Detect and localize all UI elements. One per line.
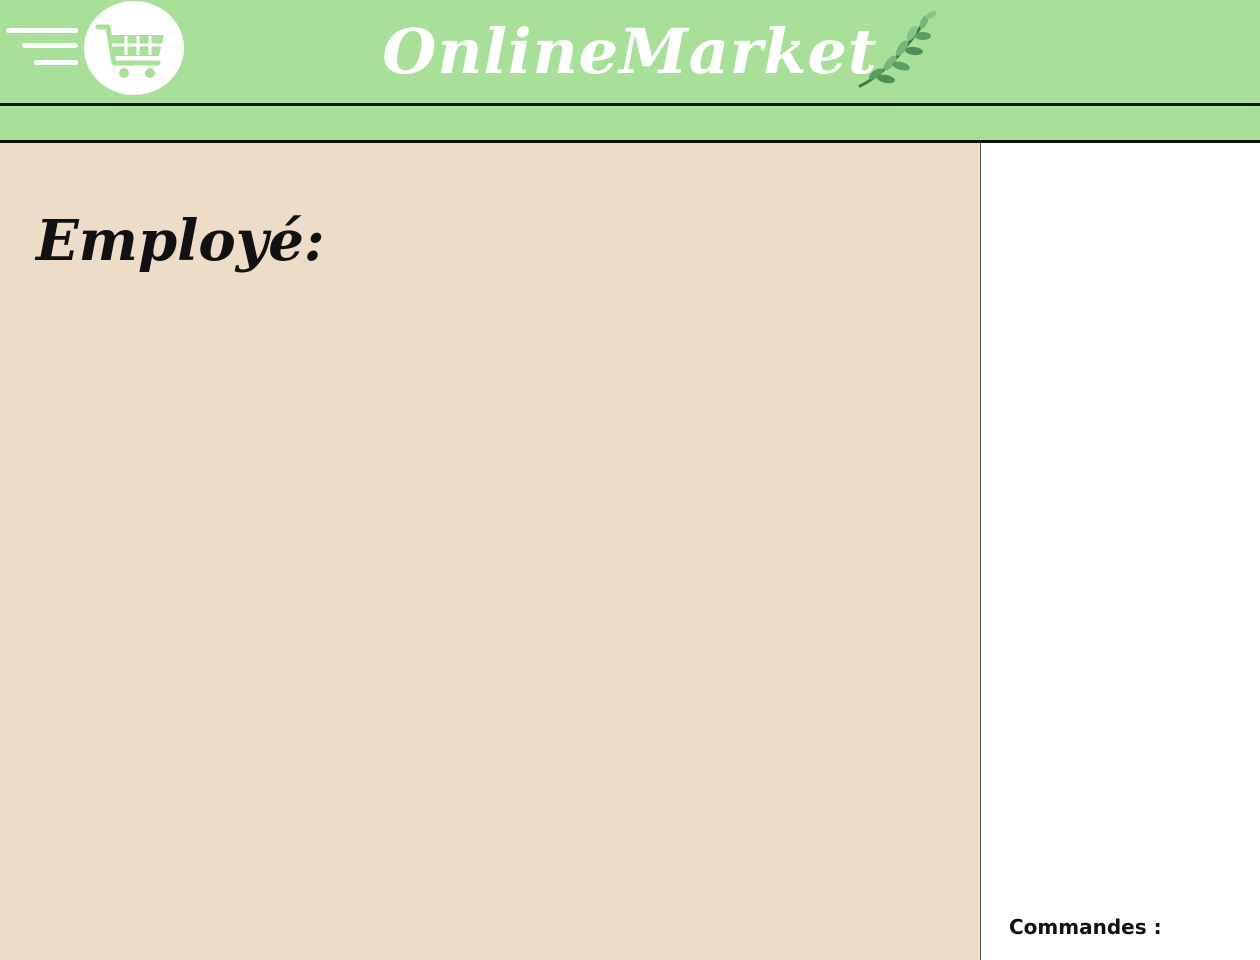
menu-bar-top [6,28,78,33]
top-header: OnlineMarket [0,0,1260,106]
cart-svg [95,24,164,78]
secondary-nav-bar [0,106,1260,143]
menu-bar-middle [22,43,78,48]
employee-title: Employé: [36,207,325,274]
leaf-branch-icon [856,8,937,92]
shopping-cart-icon[interactable] [84,1,184,95]
employee-panel: Employé: [0,143,981,960]
app-root: OnlineMarket Employé: Commandes : [0,0,1260,960]
orders-sidebar: Commandes : [981,143,1260,960]
menu-bar-bottom [34,60,78,65]
hamburger-menu-icon[interactable] [4,24,78,72]
leaf-svg [858,11,937,88]
orders-label: Commandes : [1009,915,1162,939]
